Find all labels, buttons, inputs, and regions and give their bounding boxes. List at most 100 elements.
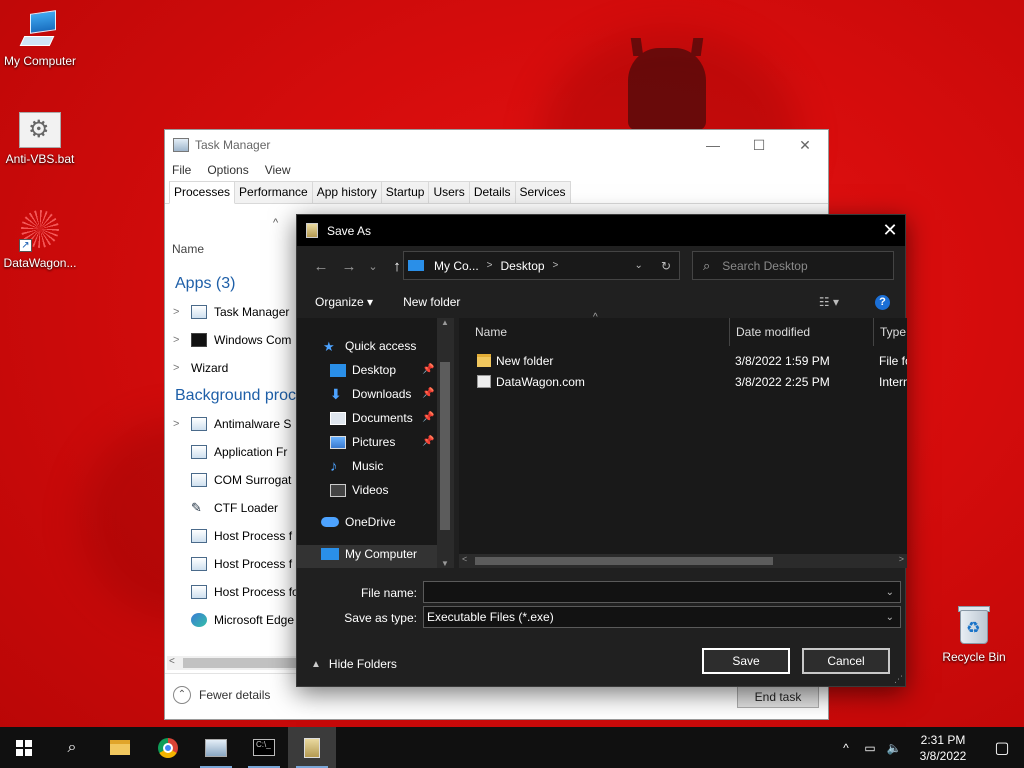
horizontal-scrollbar[interactable]: <	[167, 656, 300, 670]
refresh-icon[interactable]: ↻	[661, 259, 671, 273]
breadcrumb-my-computer[interactable]: My Co...	[434, 259, 479, 273]
desktop-icon-my-computer[interactable]: My Computer	[0, 10, 80, 68]
scrollbar-thumb[interactable]	[440, 362, 450, 530]
file-row[interactable]: New folder 3/8/2022 1:59 PM File fo	[459, 350, 907, 371]
column-header-date[interactable]: Date modified	[736, 318, 810, 346]
chevron-right-icon[interactable]: >	[173, 306, 191, 318]
tab-details[interactable]: Details	[468, 181, 516, 203]
file-row[interactable]: DataWagon.com 3/8/2022 2:25 PM Intern	[459, 371, 907, 392]
file-list-scrollbar[interactable]: < >	[459, 554, 907, 568]
process-row[interactable]: > Wizard	[165, 354, 300, 382]
recent-locations-icon[interactable]: ⌄	[363, 260, 383, 273]
scroll-right-icon[interactable]: >	[899, 554, 904, 564]
menu-view[interactable]: View	[265, 163, 291, 177]
view-options-icon[interactable]: ☷ ▾	[819, 295, 839, 309]
nav-item-documents[interactable]: Documents	[330, 407, 413, 429]
start-button[interactable]	[0, 727, 48, 768]
taskbar-file-explorer[interactable]	[96, 727, 144, 768]
breadcrumb-desktop[interactable]: Desktop	[501, 259, 545, 273]
nav-item-downloads[interactable]: ⬇ Downloads	[330, 383, 411, 405]
chevron-down-icon[interactable]: ⌄	[886, 587, 894, 598]
save-button[interactable]: Save	[702, 648, 790, 674]
process-row[interactable]: Host Process f	[165, 522, 300, 550]
column-header-name[interactable]: Name	[475, 318, 507, 346]
chevron-down-icon[interactable]: ⌄	[886, 612, 894, 623]
end-task-button[interactable]: End task	[737, 686, 819, 708]
tab-processes[interactable]: Processes	[169, 181, 236, 204]
pin-icon[interactable]: 📌	[422, 364, 434, 375]
taskbar-save-as[interactable]	[288, 727, 336, 768]
pin-icon[interactable]: 📌	[422, 388, 434, 399]
process-row[interactable]: > Task Manager	[165, 298, 300, 326]
minimize-button[interactable]: —	[690, 137, 736, 154]
process-row[interactable]: > Windows Com	[165, 326, 300, 354]
notification-icon[interactable]: ▢	[980, 738, 1024, 758]
menu-options[interactable]: Options	[207, 163, 248, 177]
close-icon[interactable]: ✕	[875, 220, 905, 241]
fewer-details-link[interactable]: ⌃ Fewer details	[173, 686, 270, 704]
process-row[interactable]: COM Surrogat	[165, 466, 300, 494]
hide-folders-button[interactable]: ▲ Hide Folders	[311, 657, 397, 671]
process-row[interactable]: Microsoft Edge	[165, 606, 300, 634]
process-row[interactable]: Host Process f	[165, 550, 300, 578]
column-header-name[interactable]: Name	[172, 242, 204, 256]
chevron-right-icon[interactable]: >	[173, 362, 191, 374]
tab-startup[interactable]: Startup	[380, 181, 430, 203]
back-arrow-icon[interactable]: ←	[307, 258, 335, 275]
taskbar-task-manager[interactable]	[192, 727, 240, 768]
task-manager-titlebar[interactable]: Task Manager — ☐ ✕	[165, 130, 828, 160]
maximize-button[interactable]: ☐	[736, 137, 782, 154]
scrollbar-thumb[interactable]	[475, 557, 773, 565]
taskbar-chrome[interactable]	[144, 727, 192, 768]
navigation-scrollbar[interactable]: ▲ ▼	[437, 318, 454, 568]
network-icon[interactable]: ▭	[858, 741, 882, 755]
chevron-right-icon[interactable]: >	[173, 418, 191, 430]
desktop-icon-anti-vbs[interactable]: Anti-VBS.bat	[0, 112, 80, 166]
desktop-icon-datawagon[interactable]: ↗ DataWagon...	[0, 210, 80, 270]
taskbar-search-button[interactable]: ⌕	[48, 727, 96, 768]
menu-file[interactable]: File	[172, 163, 191, 177]
nav-item-music[interactable]: ♪ Music	[330, 455, 383, 477]
address-bar[interactable]: My Co... > Desktop > ⌄ ↻	[403, 251, 680, 280]
save-as-titlebar[interactable]: Save As ✕	[297, 215, 905, 246]
help-icon[interactable]: ?	[875, 294, 890, 310]
search-input[interactable]	[722, 258, 873, 273]
breadcrumb-separator-icon[interactable]: >	[553, 260, 559, 271]
nav-item-my-computer[interactable]: My Computer	[321, 543, 417, 565]
scrollbar-thumb[interactable]	[183, 658, 300, 668]
file-name-combobox[interactable]: ⌄	[423, 581, 901, 603]
new-folder-button[interactable]: New folder	[403, 295, 460, 309]
nav-item-quick-access[interactable]: ★ Quick access	[323, 335, 416, 357]
close-button[interactable]: ✕	[782, 137, 828, 154]
search-box[interactable]: ⌕	[692, 251, 894, 280]
scroll-down-icon[interactable]: ▼	[441, 559, 449, 568]
scroll-left-icon[interactable]: <	[169, 656, 175, 667]
file-name-input[interactable]	[424, 585, 864, 599]
cancel-button[interactable]: Cancel	[802, 648, 890, 674]
nav-item-videos[interactable]: Videos	[330, 479, 388, 501]
taskbar-command-prompt[interactable]: C:\_	[240, 727, 288, 768]
pin-icon[interactable]: 📌	[422, 412, 434, 423]
organize-button[interactable]: Organize ▾	[315, 295, 373, 309]
chevron-right-icon[interactable]: >	[173, 334, 191, 346]
clock[interactable]: 2:31 PM 3/8/2022	[906, 732, 980, 764]
save-as-type-select[interactable]: Executable Files (*.exe) ⌄	[423, 606, 901, 628]
volume-icon[interactable]: 🔈	[882, 741, 906, 755]
pin-icon[interactable]: 📌	[422, 436, 434, 447]
process-row[interactable]: Host Process fo	[165, 578, 300, 606]
process-row[interactable]: ✎ CTF Loader	[165, 494, 300, 522]
forward-arrow-icon[interactable]: →	[335, 258, 363, 275]
tab-app-history[interactable]: App history	[311, 181, 382, 203]
column-header-type[interactable]: Type	[880, 318, 907, 346]
desktop-icon-recycle-bin[interactable]: ♻ Recycle Bin	[934, 604, 1014, 664]
tab-performance[interactable]: Performance	[234, 181, 313, 203]
chevron-down-icon[interactable]: ⌄	[635, 260, 643, 271]
nav-item-pictures[interactable]: Pictures	[330, 431, 395, 453]
tab-users[interactable]: Users	[428, 181, 470, 203]
process-row[interactable]: > Antimalware S	[165, 410, 300, 438]
resize-grip-icon[interactable]: ⋰	[894, 674, 903, 685]
nav-item-onedrive[interactable]: OneDrive	[321, 511, 396, 533]
scroll-up-icon[interactable]: ▲	[441, 318, 449, 327]
scroll-left-icon[interactable]: <	[462, 554, 467, 564]
breadcrumb-separator-icon[interactable]: >	[487, 260, 493, 271]
